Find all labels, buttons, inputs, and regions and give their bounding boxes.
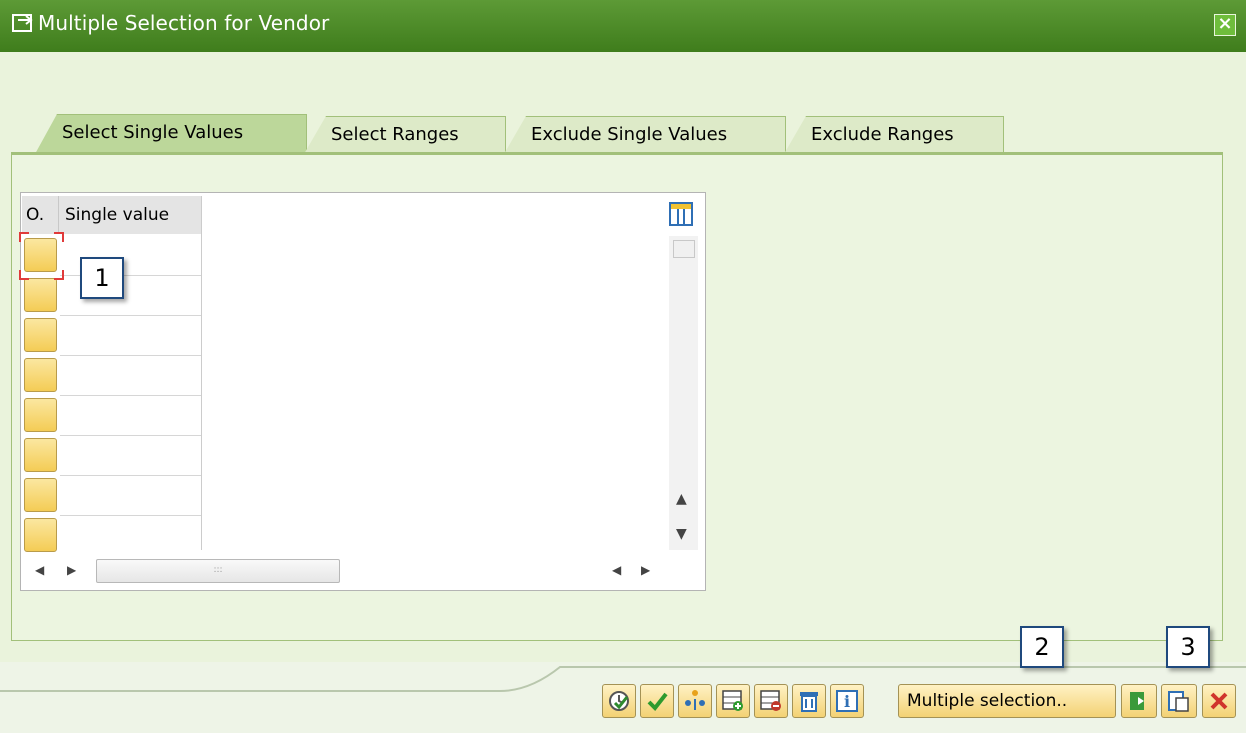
row-option-selector[interactable] bbox=[24, 518, 57, 552]
single-value-cell[interactable] bbox=[60, 396, 201, 436]
horizontal-scroll-thumb[interactable]: ::: bbox=[96, 559, 340, 583]
cancel-button[interactable] bbox=[1202, 684, 1236, 718]
column-divider bbox=[201, 196, 202, 550]
delete-all-icon bbox=[800, 692, 818, 712]
single-value-cell[interactable] bbox=[60, 436, 201, 476]
single-value-cell[interactable] bbox=[60, 356, 201, 396]
paste-clipboard-button[interactable] bbox=[1161, 684, 1197, 718]
single-value-cell[interactable] bbox=[60, 516, 201, 550]
tab-label: Exclude Single Values bbox=[531, 124, 728, 145]
single-value-cell[interactable] bbox=[60, 316, 201, 356]
paste-from-clipboard-icon bbox=[1168, 691, 1189, 712]
delete-all-button[interactable] bbox=[792, 684, 826, 718]
import-button[interactable] bbox=[678, 684, 712, 718]
tab-select-ranges[interactable]: Select Ranges bbox=[304, 116, 506, 154]
close-icon[interactable]: × bbox=[1214, 14, 1236, 36]
column-header-single-value[interactable]: Single value bbox=[59, 196, 202, 234]
focus-marker bbox=[54, 232, 64, 242]
row-option-selector[interactable] bbox=[24, 318, 57, 352]
info-icon: i bbox=[836, 690, 858, 712]
table-settings-icon[interactable] bbox=[669, 202, 693, 226]
svg-text:i: i bbox=[844, 692, 850, 711]
tab-exclude-ranges[interactable]: Exclude Ranges bbox=[784, 116, 1004, 154]
upload-clipboard-button[interactable] bbox=[1121, 684, 1157, 718]
focus-marker bbox=[54, 270, 64, 280]
focus-marker bbox=[19, 232, 29, 242]
table-header-filler bbox=[202, 196, 668, 234]
upload-from-clipboard-icon bbox=[1130, 692, 1144, 710]
copy-button[interactable] bbox=[640, 684, 674, 718]
scroll-left-icon[interactable]: ◀ bbox=[35, 563, 44, 577]
multiple-selection-label: Multiple selection.. bbox=[907, 691, 1068, 711]
tab-label: Select Single Values bbox=[62, 122, 244, 143]
row-option-selector[interactable] bbox=[24, 398, 57, 432]
tab-label: Select Ranges bbox=[331, 124, 459, 145]
insert-row-button[interactable] bbox=[716, 684, 750, 718]
info-button[interactable]: i bbox=[830, 684, 864, 718]
multiple-selection-button[interactable]: Multiple selection.. bbox=[898, 684, 1116, 718]
window-title: Multiple Selection for Vendor bbox=[38, 11, 330, 35]
callout-marker: 1 bbox=[80, 257, 124, 299]
tab-label: Exclude Ranges bbox=[811, 124, 954, 145]
callout-marker: 3 bbox=[1166, 626, 1210, 668]
row-option-selector[interactable] bbox=[24, 438, 57, 472]
callout-marker: 2 bbox=[1020, 626, 1064, 668]
focus-marker bbox=[19, 270, 29, 280]
delete-row-button[interactable] bbox=[754, 684, 788, 718]
scroll-right-icon[interactable]: ▶ bbox=[641, 563, 650, 577]
row-option-selector[interactable] bbox=[24, 478, 57, 512]
check-entries-button[interactable] bbox=[602, 684, 636, 718]
title-bar: Multiple Selection for Vendor × bbox=[0, 0, 1246, 52]
vertical-scroll-thumb[interactable] bbox=[673, 240, 695, 258]
copy-checkmark-icon bbox=[647, 692, 668, 712]
tab-select-single-values[interactable]: Select Single Values bbox=[35, 114, 307, 154]
column-header-option-label: O. bbox=[26, 205, 45, 225]
single-value-cell[interactable] bbox=[60, 476, 201, 516]
column-header-option[interactable]: O. bbox=[22, 196, 59, 234]
scroll-up-icon[interactable]: ▲ bbox=[676, 491, 687, 507]
delete-row-icon bbox=[760, 690, 781, 711]
insert-row-icon bbox=[722, 690, 743, 711]
scroll-left-icon[interactable]: ◀ bbox=[612, 563, 621, 577]
tab-exclude-single-values[interactable]: Exclude Single Values bbox=[504, 116, 786, 154]
window-menu-icon[interactable] bbox=[12, 14, 34, 38]
row-option-selector[interactable] bbox=[24, 358, 57, 392]
column-header-single-value-label: Single value bbox=[65, 205, 170, 225]
cancel-icon bbox=[1210, 692, 1228, 710]
scroll-right-icon[interactable]: ▶ bbox=[67, 563, 76, 577]
row-option-selector[interactable] bbox=[24, 278, 57, 312]
check-entries-icon bbox=[609, 691, 629, 711]
scroll-down-icon[interactable]: ▼ bbox=[676, 526, 687, 542]
import-from-list-icon bbox=[685, 690, 705, 710]
row-option-selector[interactable] bbox=[24, 238, 57, 272]
